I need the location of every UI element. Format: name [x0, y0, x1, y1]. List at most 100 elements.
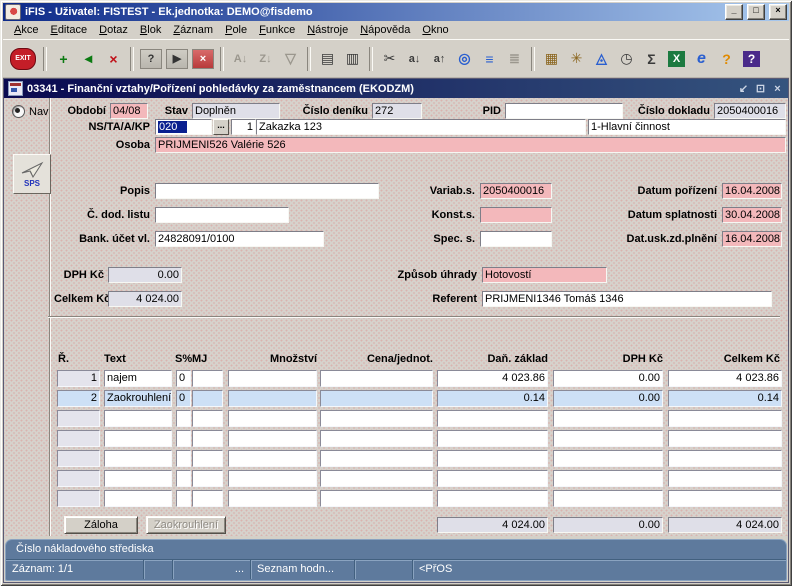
cell-celkem[interactable]: 4 023.86 — [668, 370, 782, 387]
variab-s-field[interactable]: 2050400016 — [480, 183, 552, 199]
cell-r[interactable] — [57, 490, 100, 507]
list-of-values-icon[interactable]: ≡ — [478, 47, 501, 71]
print-icon[interactable]: ▤ — [316, 47, 339, 71]
cell-mnozstvi[interactable] — [228, 430, 317, 447]
cell-dph[interactable]: 0.00 — [553, 390, 663, 407]
exit-icon[interactable]: EXIT — [8, 47, 38, 71]
cell-celkem[interactable] — [668, 410, 782, 427]
cell-cena[interactable] — [320, 430, 433, 447]
cell-text[interactable] — [104, 490, 172, 507]
cislo-deniku-field[interactable]: 272 — [372, 103, 422, 119]
menu-okno[interactable]: Okno — [416, 23, 454, 37]
cell-text[interactable] — [104, 430, 172, 447]
zaokrouhleni-button[interactable]: Zaokrouhlení — [146, 516, 226, 534]
cell-mj[interactable] — [192, 470, 223, 487]
record-add-icon[interactable]: + — [52, 47, 75, 71]
bank-ucet-field[interactable]: 24828091/0100 — [155, 231, 324, 247]
query-enter-icon[interactable]: ? — [140, 48, 162, 69]
cell-mnozstvi[interactable] — [228, 470, 317, 487]
cell-mj[interactable] — [192, 370, 223, 387]
cell-dph[interactable] — [553, 490, 663, 507]
cell-mj[interactable] — [192, 410, 223, 427]
cell-s[interactable] — [176, 450, 191, 467]
konst-s-field[interactable] — [480, 207, 552, 223]
cut-icon[interactable]: ✂ — [378, 47, 401, 71]
zaloha-button[interactable]: Záloha — [64, 516, 138, 534]
cell-mnozstvi[interactable] — [228, 390, 317, 407]
cislo-dokladu-field[interactable]: 2050400016 — [714, 103, 786, 119]
cell-s[interactable]: 0 — [176, 390, 191, 407]
browser-icon[interactable]: e — [690, 47, 713, 71]
sum-icon[interactable]: Σ — [640, 47, 663, 71]
cell-text[interactable] — [104, 410, 172, 427]
referent-field[interactable]: PRIJMENI1346 Tomáš 1346 — [482, 291, 772, 307]
calculator-icon[interactable]: ◷ — [615, 47, 638, 71]
cell-dan[interactable] — [437, 410, 548, 427]
datum-porizeni-field[interactable]: 16.04.2008 — [722, 183, 782, 199]
cell-r[interactable] — [57, 410, 100, 427]
record-duplicate-icon[interactable]: ◂ — [77, 47, 100, 71]
cell-s[interactable] — [176, 470, 191, 487]
cell-celkem[interactable]: 0.14 — [668, 390, 782, 407]
datum-splatnosti-field[interactable]: 30.04.2008 — [722, 207, 782, 223]
maximize-icon[interactable]: □ — [747, 4, 765, 20]
menu-akce[interactable]: Akce — [8, 23, 44, 37]
menu-pole[interactable]: Pole — [219, 23, 253, 37]
cell-r[interactable] — [57, 430, 100, 447]
cell-cena[interactable] — [320, 410, 433, 427]
c-dod-listu-field[interactable] — [155, 207, 289, 223]
cell-cena[interactable] — [320, 390, 433, 407]
zpusob-uhrady-field[interactable]: Hotovostí — [482, 267, 607, 283]
zoom-detail-icon[interactable]: ◎ — [453, 47, 476, 71]
menu-zaznam[interactable]: Záznam — [167, 23, 219, 37]
menu-dotaz[interactable]: Dotaz — [93, 23, 134, 37]
query-cancel-icon[interactable]: × — [192, 48, 214, 69]
cell-mj[interactable] — [192, 430, 223, 447]
ta-field[interactable]: 1 — [231, 119, 256, 135]
tree-view-icon[interactable]: ≣ — [503, 47, 526, 71]
cell-cena[interactable] — [320, 470, 433, 487]
cell-s[interactable] — [176, 410, 191, 427]
copy-field-down-icon[interactable]: a↓ — [403, 47, 426, 71]
obdobi-field[interactable]: 04/08 — [110, 103, 148, 119]
query-execute-icon[interactable]: ▶ — [166, 48, 188, 69]
cell-r[interactable] — [57, 450, 100, 467]
record-delete-icon[interactable]: × — [102, 47, 125, 71]
sort-asc-icon[interactable]: A↓ — [229, 47, 252, 71]
cell-cena[interactable] — [320, 450, 433, 467]
cell-dph[interactable]: 0.00 — [553, 370, 663, 387]
close-icon[interactable]: × — [769, 4, 787, 20]
cell-celkem[interactable] — [668, 490, 782, 507]
cell-r[interactable]: 2 — [57, 390, 100, 407]
cell-cena[interactable] — [320, 490, 433, 507]
cell-celkem[interactable] — [668, 450, 782, 467]
minimize-icon[interactable]: _ — [725, 4, 743, 20]
cell-dph[interactable] — [553, 430, 663, 447]
print-batch-icon[interactable]: ▥ — [341, 47, 364, 71]
filter-icon[interactable]: ▽ — [279, 47, 302, 71]
copy-field-up-icon[interactable]: a↑ — [428, 47, 451, 71]
popis-field[interactable] — [155, 183, 379, 199]
cell-cena[interactable] — [320, 370, 433, 387]
form-restore-icon[interactable]: ⊡ — [754, 82, 767, 95]
cell-mnozstvi[interactable] — [228, 410, 317, 427]
ns-browse-button[interactable]: ... — [213, 119, 229, 135]
cell-s[interactable] — [176, 430, 191, 447]
cell-dan[interactable] — [437, 490, 548, 507]
excel-export-icon[interactable]: X — [665, 47, 688, 71]
cell-dan[interactable] — [437, 470, 548, 487]
nav-radio[interactable]: Nav — [12, 105, 49, 118]
cell-r[interactable]: 1 — [57, 370, 100, 387]
cell-mj[interactable] — [192, 490, 223, 507]
cell-dan[interactable]: 0.14 — [437, 390, 548, 407]
pid-field[interactable] — [505, 103, 623, 119]
monitor-icon[interactable]: ◬ — [590, 47, 613, 71]
sps-button[interactable]: SPS — [13, 154, 51, 194]
spec-s-field[interactable] — [480, 231, 552, 247]
cell-text[interactable] — [104, 470, 172, 487]
cell-dan[interactable]: 4 023.86 — [437, 370, 548, 387]
cell-mj[interactable] — [192, 450, 223, 467]
cell-dph[interactable] — [553, 470, 663, 487]
sort-desc-icon[interactable]: Z↓ — [254, 47, 277, 71]
cell-mnozstvi[interactable] — [228, 490, 317, 507]
